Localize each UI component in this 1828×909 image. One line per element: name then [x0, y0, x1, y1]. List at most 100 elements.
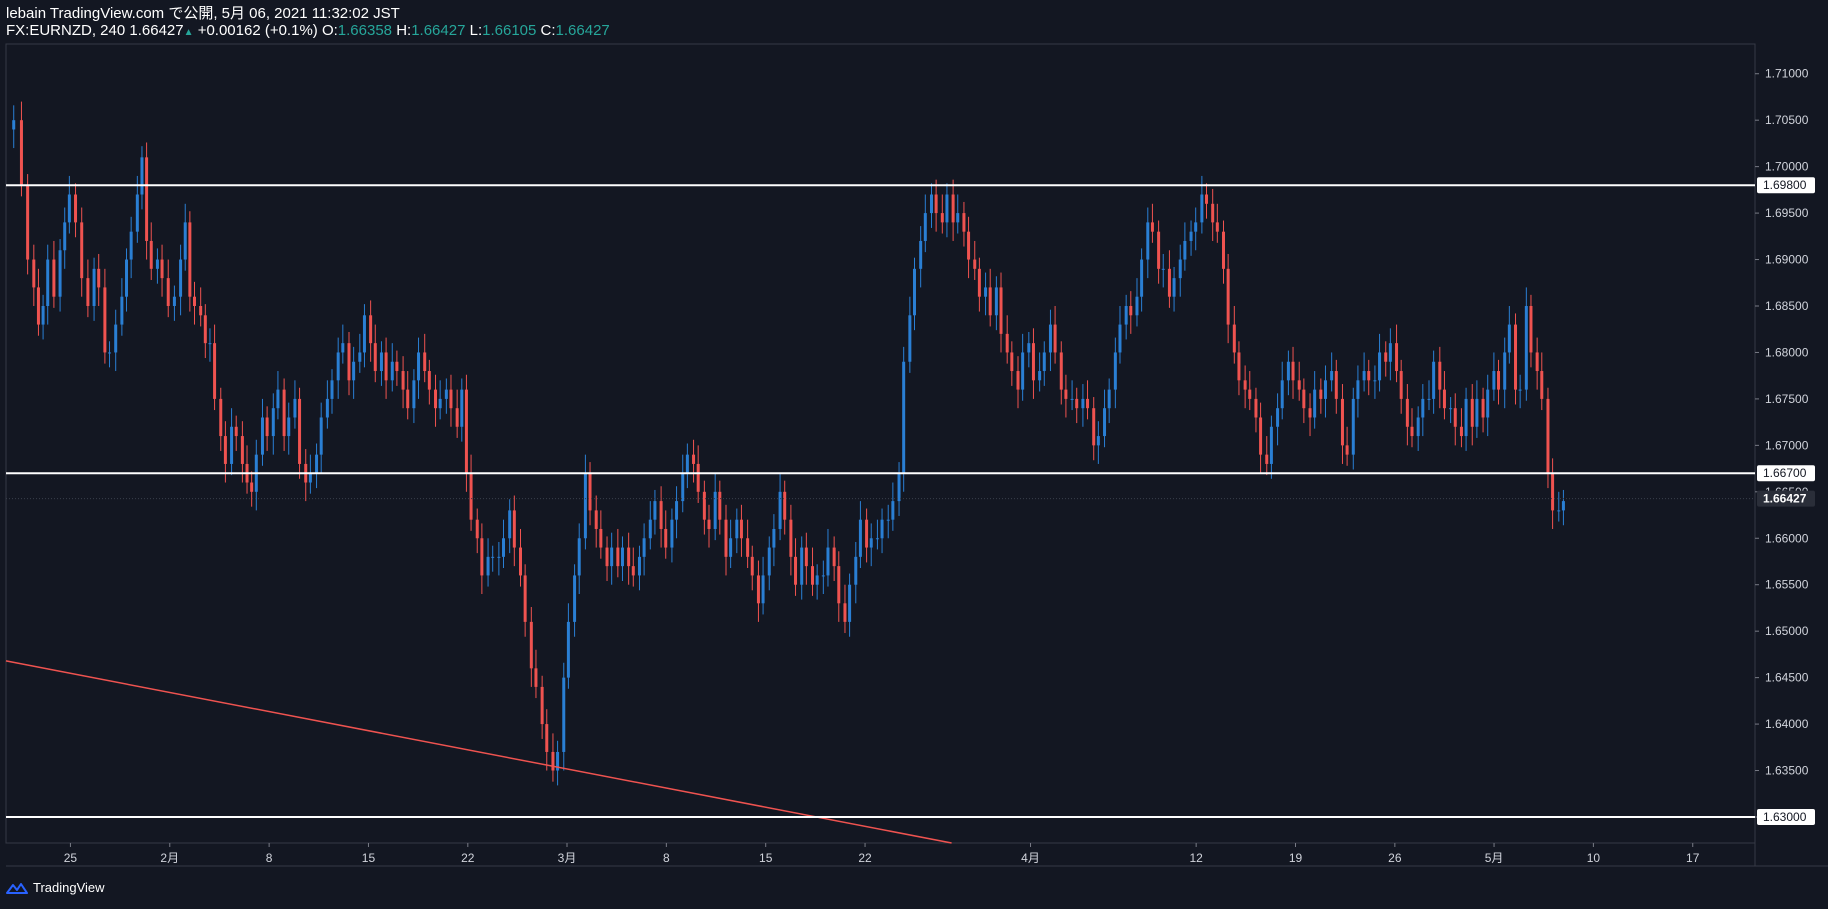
candle-body [26, 185, 30, 260]
candle-body [1086, 398, 1090, 409]
candle-body [412, 380, 416, 409]
candle-body [858, 519, 862, 557]
candle-body [1172, 278, 1176, 297]
candle-body [977, 268, 981, 297]
candle-body [491, 556, 495, 558]
candle-body [203, 315, 207, 344]
candle-body [1140, 259, 1144, 297]
candle-body [469, 473, 473, 520]
candle-body [508, 510, 512, 539]
candle-body [1475, 398, 1479, 427]
candle-body [994, 287, 998, 316]
candle-body [155, 259, 159, 269]
candle-body [149, 240, 153, 269]
candle-body [1194, 222, 1198, 232]
candle-body [1259, 417, 1263, 455]
candle-body [642, 538, 646, 557]
plot-frame [5, 43, 1756, 844]
candle-body [1042, 352, 1046, 372]
x-tick-label: 5月 [1485, 851, 1504, 865]
candle-body [692, 454, 696, 464]
candle-body [438, 398, 442, 409]
candle-body [1189, 231, 1193, 241]
candle-body [854, 556, 858, 585]
candle-body [897, 473, 901, 502]
candle-body [875, 538, 879, 540]
candle-body [616, 547, 620, 567]
candle-body [192, 296, 196, 306]
price-chart[interactable]: 1.71000 1.70500 1.70000 1.69500 1.69000 1.685… [0, 0, 1828, 909]
candle-body [188, 222, 192, 297]
candle-body [427, 371, 431, 390]
candle-body [620, 547, 624, 567]
candle-body [583, 473, 587, 539]
x-tick-label: 4月 [1021, 851, 1040, 865]
candle-body [1459, 426, 1463, 437]
candle-body [551, 751, 555, 771]
candle-body [282, 389, 286, 437]
candle-body [523, 575, 527, 622]
candle-body [86, 278, 90, 306]
candle-body [512, 510, 516, 548]
candle-body [395, 361, 399, 372]
candle-body [140, 157, 144, 195]
candle-body [92, 268, 96, 306]
x-tick-label: 8 [266, 851, 273, 865]
x-tick-label: 12 [1189, 851, 1203, 865]
candle-body [444, 389, 448, 399]
tradingview-logo-icon [6, 882, 28, 894]
candle-body [934, 194, 938, 214]
x-tick-label: 26 [1388, 851, 1402, 865]
y-tick-label: 1.64500 [1765, 671, 1809, 685]
candle-body [315, 454, 319, 474]
candle-body [1421, 398, 1425, 418]
candle-body [545, 724, 549, 752]
candle-body [594, 510, 598, 529]
candle-body [962, 213, 966, 232]
candle-body [811, 566, 815, 585]
candle-body [1535, 352, 1539, 372]
candle-body [1048, 324, 1052, 353]
candle-body [724, 519, 728, 557]
candle-body [271, 408, 275, 437]
candle-body [1254, 398, 1258, 418]
candle-body [1178, 259, 1182, 279]
candle-body [826, 547, 830, 576]
candle-body [1124, 305, 1128, 325]
x-tick-label: 15 [759, 851, 773, 865]
candle-body [1384, 352, 1388, 362]
candle-body [739, 519, 743, 539]
candle-body [1096, 436, 1100, 446]
candle-body [1529, 305, 1533, 353]
candle-body [534, 668, 538, 687]
candle-body [336, 352, 340, 381]
candle-body [145, 157, 149, 241]
x-tick-label: 2月 [160, 851, 179, 865]
candle-body [234, 426, 238, 437]
candle-body [1081, 398, 1085, 409]
y-tick-label: 1.70500 [1765, 113, 1809, 127]
candle-body [1362, 371, 1366, 381]
candle-body [912, 268, 916, 316]
y-tick-label: 1.71000 [1765, 67, 1809, 81]
candle-body [1351, 398, 1355, 455]
candle-body [1129, 305, 1133, 316]
candle-body [58, 250, 62, 297]
candle-body [973, 259, 977, 269]
candle-body [103, 287, 107, 353]
candle-body [1031, 343, 1035, 381]
trendline [5, 660, 952, 844]
candle-body [464, 389, 468, 474]
y-tick-label: 1.70000 [1765, 160, 1809, 174]
candle-body [406, 389, 410, 409]
candle-body [940, 213, 944, 223]
candle-body [1286, 361, 1290, 381]
candle-body [664, 528, 668, 548]
candle-body [804, 547, 808, 567]
candle-body [1507, 324, 1511, 353]
candle-body [208, 343, 212, 345]
candle-body [1449, 408, 1453, 410]
candle-body [1038, 371, 1042, 381]
candle-body [1356, 380, 1360, 399]
candle-body [880, 519, 884, 539]
